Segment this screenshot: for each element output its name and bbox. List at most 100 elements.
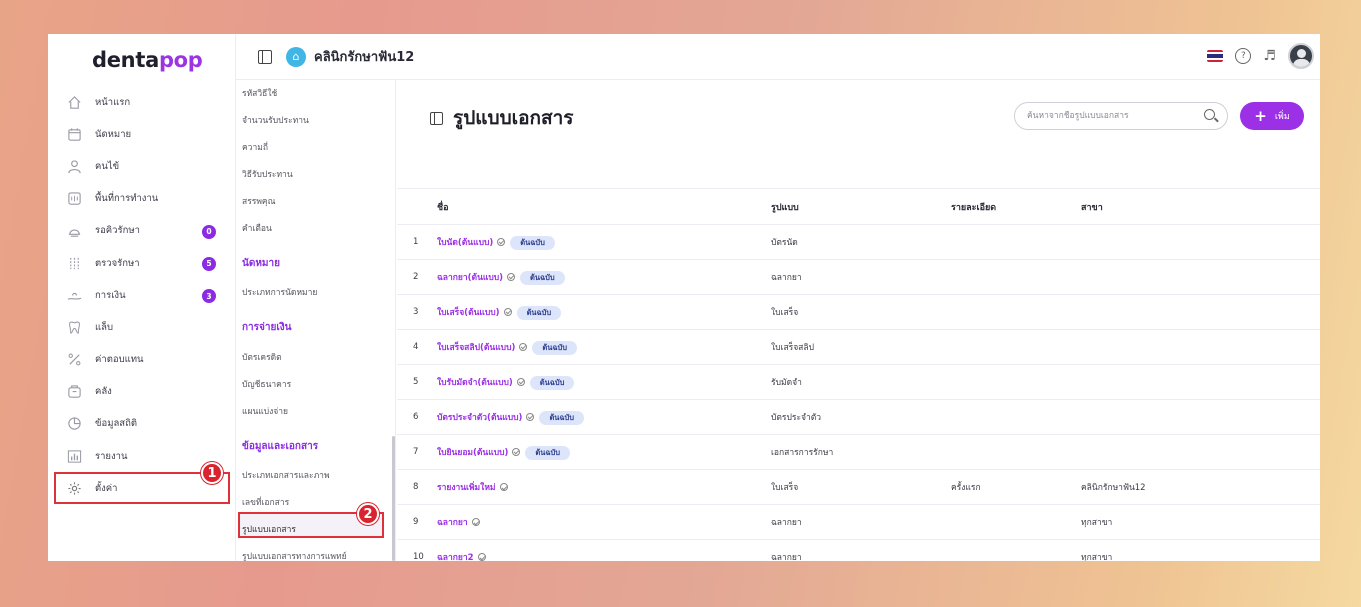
table-row[interactable]: 6 บัตรประจำตัว(ต้นแบบ) ต้นฉบับ บัตรประจำตัว (397, 399, 1320, 435)
row-detail (951, 434, 1081, 470)
sidebar-item-patient[interactable]: คนไข้ (48, 150, 236, 182)
original-tag: ต้นฉบับ (516, 305, 562, 320)
check-circle-icon (519, 342, 528, 351)
row-branch (1081, 259, 1320, 295)
check-circle-icon (477, 553, 486, 561)
table-row[interactable]: 5 ใบรับมัดจำ(ต้นแบบ) ต้นฉบับ รับมัดจำ (397, 364, 1320, 400)
row-branch (1081, 434, 1320, 470)
avatar[interactable] (1288, 43, 1314, 69)
search-box[interactable] (1014, 102, 1228, 130)
thai-flag-icon[interactable] (1207, 50, 1224, 62)
queue-count-badge: 0 (202, 224, 216, 239)
row-detail (951, 329, 1081, 365)
document-name-link[interactable]: ใบยินยอม(ต้นแบบ) (437, 448, 508, 458)
table-row[interactable]: 2 ฉลากยา(ต้นแบบ) ต้นฉบับ ฉลากยา (397, 259, 1320, 295)
row-branch (1081, 294, 1320, 330)
settings-item[interactable]: รูปแบบเอกสารทางการแพทย์ (242, 549, 347, 561)
column-header-branch[interactable]: สาขา (1081, 188, 1320, 225)
sidebar-item-workspace[interactable]: พื้นที่การทำงาน (48, 183, 236, 215)
settings-item[interactable]: วิธีรับประทาน (242, 167, 293, 181)
sidebar-item-inventory[interactable]: คลัง (48, 376, 236, 408)
sidebar-item-label: คนไข้ (95, 160, 120, 172)
sidebar-item-label: ตรวจรักษา (95, 257, 140, 269)
check-circle-icon (512, 447, 521, 456)
row-detail (951, 294, 1081, 330)
original-tag: ต้นฉบับ (539, 410, 585, 425)
toggle-sidebar-icon[interactable] (258, 49, 272, 64)
search-input[interactable] (1027, 111, 1197, 121)
treatment-count-badge: 5 (202, 256, 216, 271)
settings-item[interactable]: เลขที่เอกสาร (242, 495, 289, 509)
settings-item[interactable]: แผนแบ่งจ่าย (242, 404, 288, 418)
settings-item[interactable]: บัญชีธนาคาร (242, 377, 291, 391)
document-name-link[interactable]: รายงานเพิ่มใหม่ (437, 483, 496, 493)
check-circle-icon (503, 307, 512, 316)
table-row[interactable]: 3 ใบเสร็จ(ต้นแบบ) ต้นฉบับ ใบเสร็จ (397, 294, 1320, 330)
inventory-icon (66, 384, 82, 400)
settings-item[interactable]: รูปแบบเอกสาร (242, 522, 296, 536)
clinic-name[interactable]: คลินิกรักษาฟัน12 (314, 46, 414, 67)
column-header-type[interactable]: รูปแบบ (771, 188, 951, 225)
row-type: บัตรประจำตัว (771, 399, 951, 435)
document-name-link[interactable]: ใบนัด(ต้นแบบ) (437, 238, 493, 248)
sidebar-item-payment[interactable]: การเงิน 3 (48, 279, 236, 311)
row-number: 8 (397, 469, 437, 505)
document-name-link[interactable]: บัตรประจำตัว(ต้นแบบ) (437, 413, 522, 423)
original-tag: ต้นฉบับ (532, 340, 577, 355)
row-type: ใบเสร็จ (771, 469, 951, 505)
table-row[interactable]: 4 ใบเสร็จสลิป(ต้นแบบ) ต้นฉบับ ใบเสร็จสลิป (397, 329, 1320, 365)
gear-icon (66, 480, 82, 496)
sidebar-item-statistics[interactable]: ข้อมูลสถิติ (48, 408, 236, 440)
table-row[interactable]: 8 รายงานเพิ่มใหม่ ใบเสร็จ ครั้งแรก คลินิกรัก… (397, 469, 1320, 505)
settings-item[interactable]: รหัสวิธีใช้ (242, 86, 277, 100)
sidebar-item-label: คลัง (95, 386, 112, 398)
settings-item[interactable]: คำเตือน (242, 221, 272, 235)
table-row[interactable]: 7 ใบยินยอม(ต้นแบบ) ต้นฉบับ เอกสารการรักษา (397, 434, 1320, 470)
calendar-icon (66, 126, 82, 142)
clinic-home-icon: ⌂ (286, 46, 306, 67)
column-header-detail[interactable]: รายละเอียด (951, 188, 1081, 225)
row-type: ใบเสร็จ (771, 294, 951, 330)
document-name-link[interactable]: ใบเสร็จ(ต้นแบบ) (437, 308, 500, 318)
original-tag: ต้นฉบับ (525, 445, 571, 460)
help-icon[interactable]: ? (1235, 48, 1252, 64)
bell-icon[interactable]: ♬ (1263, 48, 1276, 64)
row-name-cell: ใบรับมัดจำ(ต้นแบบ) ต้นฉบับ (437, 364, 771, 400)
logo[interactable]: dentapop (92, 48, 203, 72)
sidebar-item-treatment[interactable]: ตรวจรักษา 5 (48, 247, 236, 279)
settings-scrollbar[interactable] (392, 436, 395, 561)
column-header-name[interactable]: ชื่อ (437, 188, 771, 225)
document-name-link[interactable]: ฉลากยา2 (437, 553, 474, 561)
row-name-cell: ฉลากยา2 (437, 539, 771, 561)
row-branch (1081, 224, 1320, 260)
row-number: 4 (397, 329, 437, 365)
table-row[interactable]: 10 ฉลากยา2 ฉลากยา ทุกสาขา (397, 539, 1320, 561)
row-detail: ครั้งแรก (951, 469, 1081, 505)
table-row[interactable]: 9 ฉลากยา ฉลากยา ทุกสาขา (397, 504, 1320, 540)
sidebar-item-label: การเงิน (95, 289, 126, 301)
document-name-link[interactable]: ฉลากยา (437, 518, 468, 528)
sidebar-item-lab[interactable]: แล็บ (48, 311, 236, 343)
add-button[interactable]: + เพิ่ม (1240, 102, 1304, 130)
settings-item[interactable]: บัตรเครดิต (242, 350, 282, 364)
document-name-link[interactable]: ใบรับมัดจำ(ต้นแบบ) (437, 378, 513, 388)
table-row[interactable]: 1 ใบนัด(ต้นแบบ) ต้นฉบับ บัตรนัด (397, 224, 1320, 260)
document-name-link[interactable]: ฉลากยา(ต้นแบบ) (437, 273, 503, 283)
row-detail (951, 364, 1081, 400)
top-right-actions: ? ♬ (1207, 43, 1314, 69)
sidebar-item-appointment[interactable]: นัดหมาย (48, 118, 236, 150)
settings-item[interactable]: จำนวนรับประทาน (242, 113, 309, 127)
document-name-link[interactable]: ใบเสร็จสลิป(ต้นแบบ) (437, 343, 515, 353)
settings-item[interactable]: ประเภทเอกสารและภาพ (242, 468, 330, 482)
settings-item[interactable]: ความถี่ (242, 140, 268, 154)
search-icon[interactable] (1204, 109, 1215, 120)
row-branch: ทุกสาขา (1081, 504, 1320, 540)
settings-menu: รหัสวิธีใช้ จำนวนรับประทาน ความถี่ วิธีร… (236, 80, 396, 561)
row-branch (1081, 399, 1320, 435)
settings-item[interactable]: สรรพคุณ (242, 194, 276, 208)
row-name-cell: บัตรประจำตัว(ต้นแบบ) ต้นฉบับ (437, 399, 771, 435)
sidebar-item-compensation[interactable]: ค่าตอบแทน (48, 344, 236, 376)
settings-item[interactable]: ประเภทการนัดหมาย (242, 285, 317, 299)
sidebar-item-home[interactable]: หน้าแรก (48, 86, 236, 118)
sidebar-item-queue[interactable]: รอคิวรักษา 0 (48, 215, 236, 247)
